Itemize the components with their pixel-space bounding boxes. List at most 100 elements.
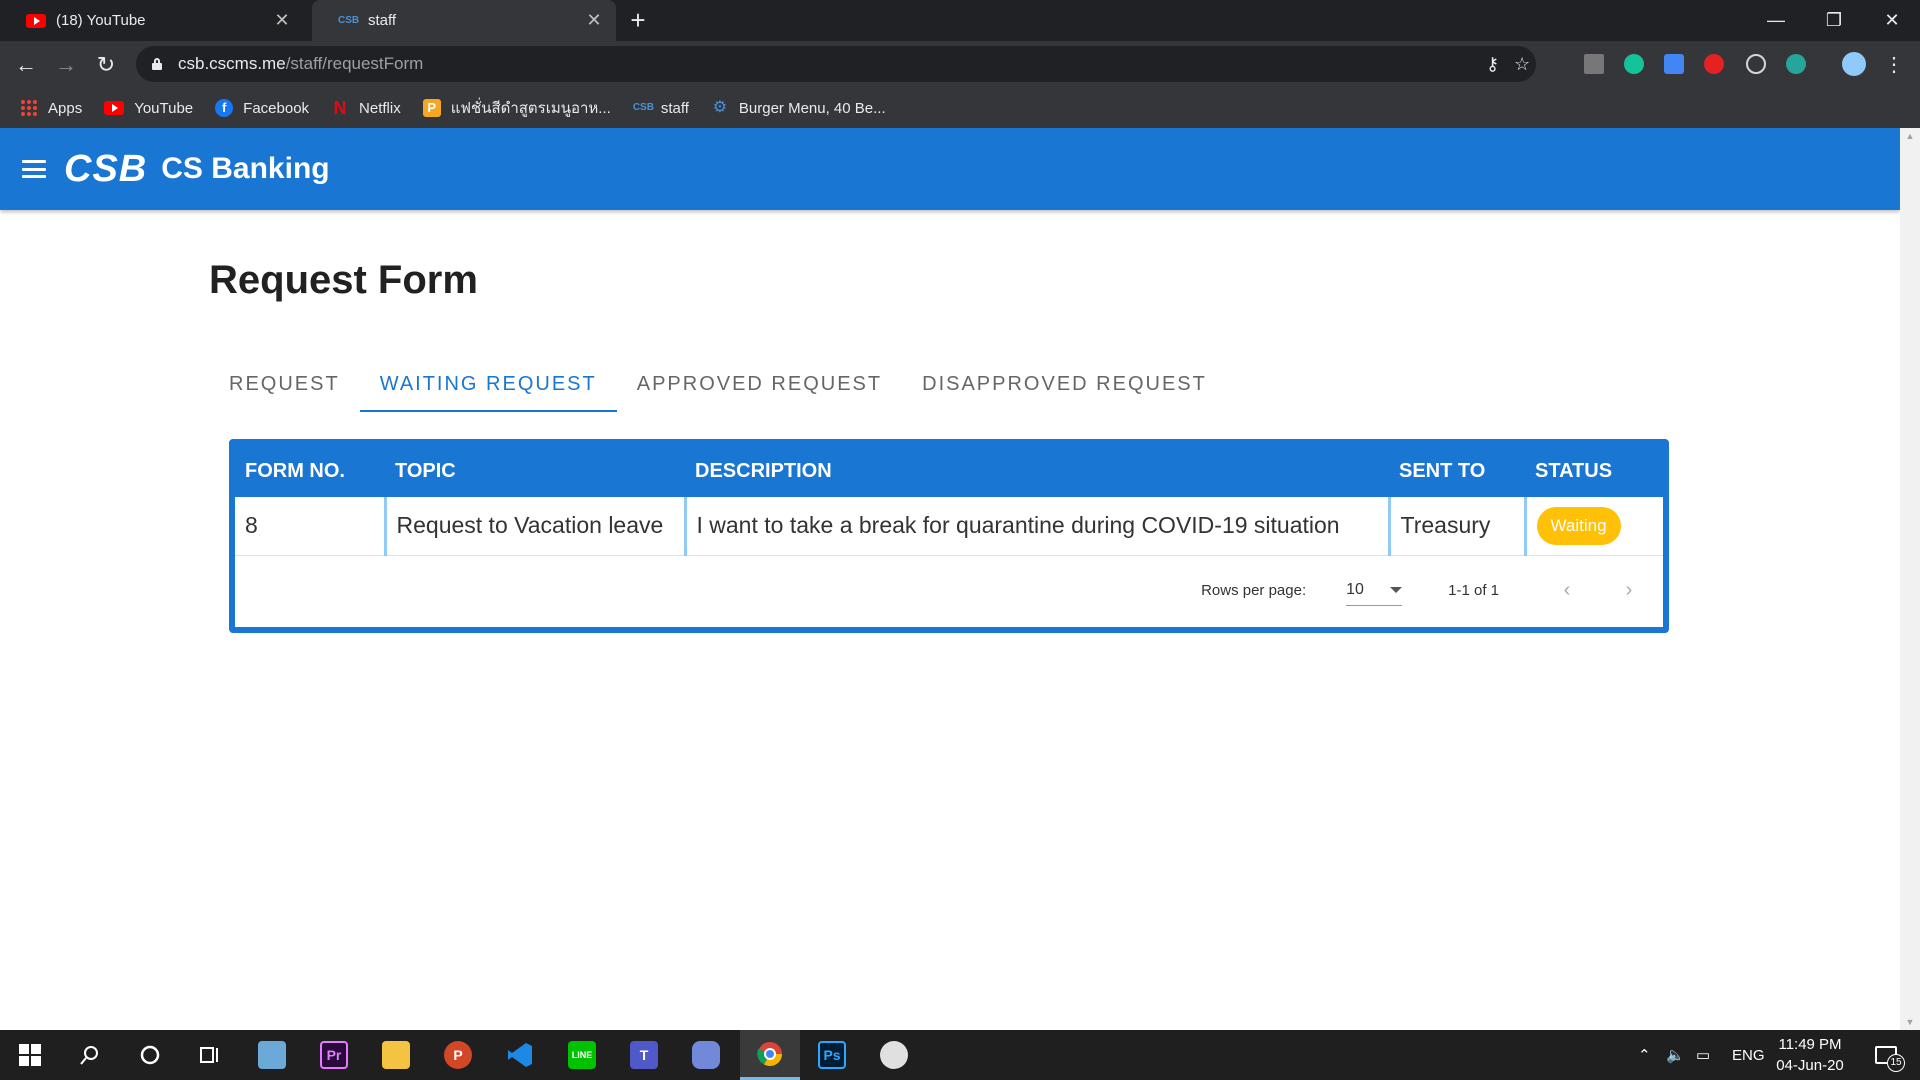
bookmark-label: Netflix	[359, 99, 401, 117]
column-header-topic[interactable]: TOPIC	[385, 445, 685, 497]
back-button[interactable]: ←	[10, 49, 42, 81]
cortana-icon[interactable]	[120, 1030, 180, 1080]
notification-center-icon[interactable]: 15	[1866, 1030, 1906, 1080]
profile-avatar[interactable]	[1842, 52, 1866, 76]
bookmark-label: Burger Menu, 40 Be...	[738, 99, 886, 117]
url-path: /staff/requestForm	[285, 54, 424, 73]
column-header-form-no[interactable]: FORM NO.	[235, 445, 385, 497]
notepad-icon[interactable]	[242, 1030, 302, 1080]
grammarly-icon[interactable]	[1624, 54, 1644, 74]
app-bar: CSB CS Banking	[0, 128, 1900, 210]
tab-request[interactable]: REQUEST	[209, 356, 360, 412]
window-close-button[interactable]: ✕	[1864, 0, 1920, 41]
browser-tab-staff[interactable]: CSB staff ✕	[312, 0, 616, 41]
clock-time: 11:49 PM	[1778, 1036, 1842, 1053]
column-header-status[interactable]: STATUS	[1525, 445, 1663, 497]
powerpoint-icon[interactable]: P	[428, 1030, 488, 1080]
chrome-icon[interactable]	[740, 1030, 800, 1080]
bookmark-apps[interactable]: Apps	[20, 99, 82, 117]
bookmark-staff[interactable]: CSB staff	[633, 99, 689, 117]
bookmark-facebook[interactable]: f Facebook	[215, 99, 309, 117]
extension-n-icon[interactable]	[1584, 54, 1604, 74]
adblock-icon[interactable]	[1704, 54, 1724, 74]
volume-icon[interactable]: 🔈	[1666, 1030, 1685, 1080]
line-icon[interactable]: LINE	[552, 1030, 612, 1080]
translate-icon[interactable]	[1664, 54, 1684, 74]
rows-per-page-select[interactable]: 10	[1346, 575, 1403, 606]
tab-waiting-request[interactable]: WAITING REQUEST	[359, 356, 617, 412]
paint-icon[interactable]	[864, 1030, 924, 1080]
table-header-row: FORM NO. TOPIC DESCRIPTION SENT TO STATU…	[235, 445, 1663, 497]
next-page-button[interactable]: ›	[1611, 579, 1647, 602]
minimize-button[interactable]: —	[1748, 0, 1804, 41]
key-icon[interactable]: ⚷	[1486, 46, 1499, 82]
teams-icon[interactable]: T	[614, 1030, 674, 1080]
extension-icon[interactable]	[1786, 54, 1806, 74]
discord-icon[interactable]	[676, 1030, 736, 1080]
battery-icon[interactable]: ▭	[1696, 1030, 1710, 1080]
request-table: FORM NO. TOPIC DESCRIPTION SENT TO STATU…	[235, 445, 1663, 556]
scroll-up-icon[interactable]: ▲	[1900, 128, 1920, 144]
premiere-icon[interactable]: Pr	[304, 1030, 364, 1080]
vscode-icon[interactable]	[490, 1030, 550, 1080]
bookmark-label: Facebook	[243, 99, 310, 117]
bookmark-burger-menu[interactable]: ⚙ Burger Menu, 40 Be...	[711, 99, 886, 117]
tray-chevron-icon[interactable]: ⌃	[1638, 1030, 1651, 1080]
react-devtools-icon[interactable]	[1746, 54, 1766, 74]
bookmark-recipe[interactable]: P แฟชั่นสีดำสูตรเมนูอาห...	[422, 96, 611, 120]
file-explorer-icon[interactable]	[366, 1030, 426, 1080]
cell-description: I want to take a break for quarantine du…	[685, 497, 1391, 555]
tab-title: (18) YouTube	[56, 12, 146, 29]
restore-button[interactable]: ❐	[1806, 0, 1862, 41]
browser-tab-youtube[interactable]: (18) YouTube ✕	[0, 0, 304, 41]
dropdown-arrow-icon	[1390, 586, 1403, 593]
request-table-card: FORM NO. TOPIC DESCRIPTION SENT TO STATU…	[229, 439, 1669, 633]
search-icon[interactable]	[60, 1030, 120, 1080]
tab-disapproved-request[interactable]: DISAPPROVED REQUEST	[902, 356, 1227, 412]
page-viewport: CSB CS Banking Request Form REQUEST WAIT…	[0, 128, 1900, 1030]
youtube-icon	[104, 101, 125, 115]
star-icon[interactable]: ☆	[1514, 46, 1530, 82]
p-icon: P	[422, 99, 441, 117]
column-header-description[interactable]: DESCRIPTION	[685, 445, 1389, 497]
tab-approved-request[interactable]: APPROVED REQUEST	[617, 356, 902, 412]
bookmark-youtube[interactable]: YouTube	[104, 100, 193, 117]
close-icon[interactable]: ✕	[272, 10, 292, 31]
system-clock[interactable]: 11:49 PM 04-Jun-20	[1760, 1034, 1860, 1076]
scroll-down-icon[interactable]: ▼	[1900, 1014, 1920, 1030]
brand-logo[interactable]: CSB	[64, 148, 147, 191]
url-host: csb.cscms.me	[178, 54, 286, 73]
browser-tab-strip: (18) YouTube ✕ CSB staff ✕ + — ❐ ✕	[0, 0, 1920, 41]
column-header-sent-to[interactable]: SENT TO	[1389, 445, 1525, 497]
facebook-icon: f	[215, 99, 234, 117]
close-icon[interactable]: ✕	[584, 10, 604, 31]
rows-per-page-value: 10	[1346, 580, 1364, 598]
previous-page-button[interactable]: ‹	[1549, 579, 1585, 602]
address-bar[interactable]: csb.cscms.me /staff/requestForm ⚷ ☆	[136, 46, 1536, 82]
task-view-icon[interactable]	[180, 1030, 240, 1080]
pagination-range: 1-1 of 1	[1448, 581, 1499, 599]
notification-count: 15	[1887, 1054, 1905, 1072]
hamburger-menu-icon[interactable]	[22, 160, 46, 178]
table-row[interactable]: 8 Request to Vacation leave I want to ta…	[235, 497, 1663, 555]
page-scrollbar[interactable]: ▲ ▼	[1900, 128, 1920, 1030]
status-badge[interactable]: Waiting	[1536, 506, 1621, 545]
csb-icon: CSB	[338, 15, 360, 26]
bookmark-netflix[interactable]: N Netflix	[331, 99, 401, 117]
table-pagination: Rows per page: 10 1-1 of 1 ‹ ›	[235, 555, 1663, 625]
cell-status: Waiting	[1525, 497, 1663, 555]
windows-start-icon[interactable]	[0, 1030, 60, 1080]
youtube-icon	[26, 13, 46, 28]
forward-button[interactable]: →	[50, 49, 82, 81]
tab-title: staff	[368, 12, 397, 29]
reload-button[interactable]: ↻	[90, 49, 122, 81]
cell-topic: Request to Vacation leave	[385, 497, 687, 555]
windows-taskbar: Pr P LINE T Ps ⌃ 🔈 ▭ ENG 11:49 PM 04-Jun…	[0, 1030, 1920, 1080]
photoshop-icon[interactable]: Ps	[802, 1030, 862, 1080]
page-title: Request Form	[209, 258, 478, 302]
cell-sent-to: Treasury	[1389, 497, 1527, 555]
bookmark-label: Apps	[48, 99, 83, 117]
new-tab-button[interactable]: +	[624, 6, 652, 34]
menu-dots-icon[interactable]: ⋮	[1878, 49, 1910, 81]
brand-name: CS Banking	[161, 152, 330, 185]
